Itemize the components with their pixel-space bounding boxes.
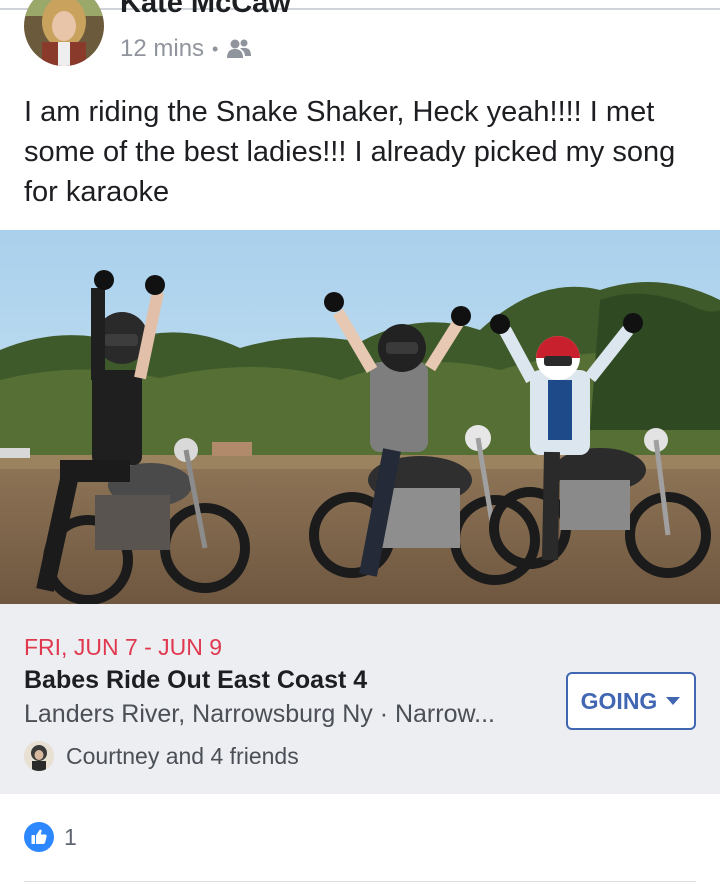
going-label: GOING bbox=[580, 687, 658, 714]
meta-separator: • bbox=[212, 38, 219, 59]
bottom-divider bbox=[24, 881, 696, 882]
author-name[interactable]: Kate McCaw bbox=[120, 0, 291, 20]
like-reaction-icon bbox=[24, 822, 54, 852]
friends-audience-icon[interactable] bbox=[226, 38, 252, 60]
event-location: Landers River, Narrowsburg Ny · Narrow..… bbox=[24, 700, 495, 728]
post-photo[interactable] bbox=[0, 230, 720, 604]
post-text: I am riding the Snake Shaker, Heck yeah!… bbox=[24, 96, 676, 208]
like-count: 1 bbox=[64, 823, 77, 850]
event-name[interactable]: Babes Ride Out East Coast 4 bbox=[24, 666, 367, 695]
post-header: Kate McCaw 12 mins • bbox=[0, 0, 720, 80]
friends-going-text: Courtney and 4 friends bbox=[66, 742, 299, 769]
event-date: FRI, JUN 7 - JUN 9 bbox=[24, 634, 223, 660]
caret-down-icon bbox=[666, 697, 681, 705]
friend-avatar bbox=[24, 741, 54, 771]
going-button[interactable]: GOING bbox=[566, 672, 696, 730]
post-timestamp[interactable]: 12 mins bbox=[120, 35, 204, 63]
post-meta: 12 mins • bbox=[120, 34, 252, 64]
event-card[interactable]: FRI, JUN 7 - JUN 9 Babes Ride Out East C… bbox=[0, 604, 720, 794]
author-avatar[interactable] bbox=[24, 0, 104, 66]
friends-going-row[interactable]: Courtney and 4 friends bbox=[24, 740, 299, 772]
reactions-row[interactable]: 1 bbox=[24, 822, 77, 852]
